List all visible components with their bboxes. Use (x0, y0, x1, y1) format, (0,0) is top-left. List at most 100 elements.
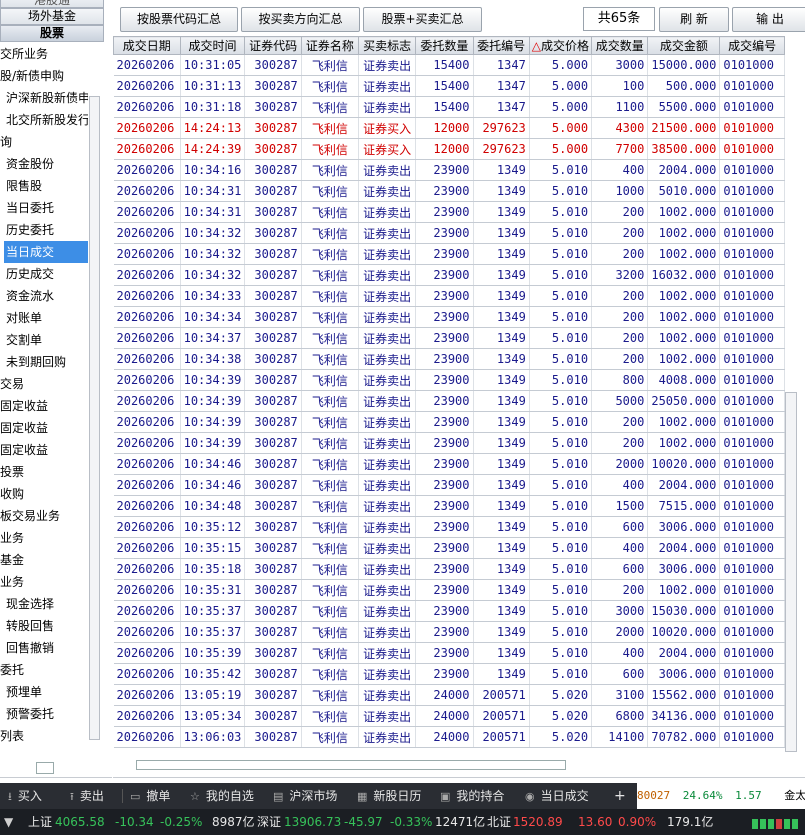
table-row[interactable]: 20260206 10:34:32 300287 飞利信 证券卖出 23900 1349 5.… (113, 243, 785, 265)
table-row[interactable]: 20260206 14:24:39 300287 飞利信 证券买入 12000 297623… (113, 138, 785, 160)
cancel-icon: ▭ (130, 790, 141, 803)
sidebar-item[interactable]: 交割单 (0, 329, 88, 351)
sidebar-item[interactable]: 业务 (0, 571, 88, 593)
sidebar-item[interactable]: 当日成交 (4, 241, 88, 263)
sidebar-item[interactable]: 委托 (0, 659, 88, 681)
holdings-button[interactable]: ▣ 我的持合 (440, 783, 504, 809)
sidebar-item[interactable]: 询 (0, 131, 88, 153)
cancel-order-button[interactable]: ▭ 撤单 (130, 783, 170, 809)
table-row[interactable]: 20260206 10:35:39 300287 飞利信 证券卖出 23900 1349 5.… (113, 642, 785, 664)
sidebar-item[interactable]: 回售撤销 (0, 637, 88, 659)
sidebar-item[interactable]: 当日委托 (0, 197, 88, 219)
sidebar-item[interactable]: 限售股 (0, 175, 88, 197)
sidebar-item[interactable]: 基金 (0, 549, 88, 571)
table-row[interactable]: 20260206 13:05:34 300287 飞利信 证券卖出 24000 200571… (113, 705, 785, 727)
sidebar-item[interactable]: 收购 (0, 483, 88, 505)
sidebar-item[interactable]: 交所业务 (0, 43, 88, 65)
column-header[interactable]: 委托编号 (472, 36, 530, 55)
table-row[interactable]: 20260206 10:35:37 300287 飞利信 证券卖出 23900 1349 5.… (113, 600, 785, 622)
ipo-calendar-button[interactable]: ▦ 新股日历 (357, 783, 421, 809)
sidebar-item[interactable]: 未到期回购 (0, 351, 88, 373)
refresh-button[interactable]: 刷 新 (659, 7, 729, 32)
column-header[interactable]: 证券代码 (244, 36, 302, 55)
column-header[interactable]: 成交日期 (113, 36, 181, 55)
table-row[interactable]: 20260206 10:35:31 300287 飞利信 证券卖出 23900 1349 5.… (113, 579, 785, 601)
today-deals-button[interactable]: ◉ 当日成交 (525, 783, 589, 809)
table-row[interactable]: 20260206 13:06:03 300287 飞利信 证券卖出 24000 200571… (113, 726, 785, 748)
table-row[interactable]: 20260206 10:34:39 300287 飞利信 证券卖出 23900 1349 5.… (113, 411, 785, 433)
column-header[interactable]: 成交编号 (719, 36, 785, 55)
sidebar-item[interactable]: 预警委托 (0, 703, 88, 725)
sidebar-item[interactable]: 对账单 (0, 307, 88, 329)
table-row[interactable]: 20260206 10:31:13 300287 飞利信 证券卖出 15400 1347 5.… (113, 75, 785, 97)
table-row[interactable]: 20260206 10:35:15 300287 飞利信 证券卖出 23900 1349 5.… (113, 537, 785, 559)
column-header[interactable]: 成交时间 (179, 36, 246, 55)
column-header[interactable]: △成交价格 (528, 36, 593, 55)
sell-button[interactable]: ⭱ 卖出 (70, 783, 104, 809)
tab-otc-fund[interactable]: 场外基金 (0, 8, 104, 25)
table-row[interactable]: 20260206 10:34:46 300287 飞利信 证券卖出 23900 1349 5.… (113, 474, 785, 496)
table-row[interactable]: 20260206 10:31:18 300287 飞利信 证券卖出 15400 1347 5.… (113, 96, 785, 118)
market-button[interactable]: ▤ 沪深市场 (273, 783, 337, 809)
sidebar-item[interactable]: 现金选择 (0, 593, 88, 615)
quote-ticker[interactable]: 80027 24.64% 1.57 金太 (637, 783, 805, 809)
watchlist-button[interactable]: ☆ 我的自选 (190, 783, 254, 809)
table-row[interactable]: 20260206 10:34:31 300287 飞利信 证券卖出 23900 1349 5.… (113, 180, 785, 202)
table-row[interactable]: 20260206 10:34:31 300287 飞利信 证券卖出 23900 1349 5.… (113, 201, 785, 223)
export-button[interactable]: 输 出 (732, 7, 805, 32)
sidebar-item[interactable]: 业务 (0, 527, 88, 549)
sidebar-item[interactable]: 历史委托 (0, 219, 88, 241)
tab-stock[interactable]: 股票 (0, 25, 104, 42)
sidebar-item[interactable]: 转股回售 (0, 615, 88, 637)
buy-button[interactable]: ⭳ 买入 (8, 783, 42, 809)
column-header[interactable]: 成交数量 (591, 36, 649, 55)
sidebar-item[interactable]: 预埋单 (0, 681, 88, 703)
sidebar-item[interactable]: 投票 (0, 461, 88, 483)
table-row[interactable]: 20260206 10:34:34 300287 飞利信 证券卖出 23900 1349 5.… (113, 306, 785, 328)
sidebar-item[interactable]: 历史成交 (0, 263, 88, 285)
table-row[interactable]: 20260206 10:34:16 300287 飞利信 证券卖出 23900 1349 5.… (113, 159, 785, 181)
sidebar-item[interactable]: 固定收益 (0, 439, 88, 461)
column-header[interactable]: 委托数量 (415, 36, 474, 55)
table-row[interactable]: 20260206 10:34:39 300287 飞利信 证券卖出 23900 1349 5.… (113, 369, 785, 391)
table-row[interactable]: 20260206 10:35:37 300287 飞利信 证券卖出 23900 1349 5.… (113, 621, 785, 643)
table-row[interactable]: 20260206 10:34:38 300287 飞利信 证券卖出 23900 1349 5.… (113, 348, 785, 370)
summary-by-direction-button[interactable]: 按买卖方向汇总 (241, 7, 360, 32)
column-header[interactable]: 买卖标志 (357, 36, 417, 55)
sidebar-item[interactable]: 股/新债申购 (0, 65, 88, 87)
table-row[interactable]: 20260206 10:35:12 300287 飞利信 证券卖出 23900 1349 5.… (113, 516, 785, 538)
sidebar-item[interactable]: 沪深新股新债申 (0, 87, 88, 109)
table-cell: 200 (591, 327, 649, 349)
table-row[interactable]: 20260206 10:34:46 300287 飞利信 证券卖出 23900 1349 5.… (113, 453, 785, 475)
summary-stock-direction-button[interactable]: 股票+买卖汇总 (363, 7, 482, 32)
sidebar-item[interactable]: 板交易业务 (0, 505, 88, 527)
table-row[interactable]: 20260206 10:34:32 300287 飞利信 证券卖出 23900 1349 5.… (113, 264, 785, 286)
sidebar-item[interactable]: 交易 (0, 373, 88, 395)
sidebar-item[interactable]: 北交所新股发行 (0, 109, 88, 131)
table-row[interactable]: 20260206 10:34:32 300287 飞利信 证券卖出 23900 1349 5.… (113, 222, 785, 244)
summary-by-code-button[interactable]: 按股票代码汇总 (120, 7, 238, 32)
table-row[interactable]: 20260206 10:34:48 300287 飞利信 证券卖出 23900 1349 5.… (113, 495, 785, 517)
table-row[interactable]: 20260206 10:35:42 300287 飞利信 证券卖出 23900 1349 5.… (113, 663, 785, 685)
add-button[interactable]: + (614, 783, 626, 809)
column-header[interactable]: 证券名称 (300, 36, 359, 55)
table-row[interactable]: 20260206 10:34:39 300287 飞利信 证券卖出 23900 1349 5.… (113, 432, 785, 454)
table-horizontal-scrollbar[interactable] (136, 760, 566, 770)
table-row[interactable]: 20260206 13:05:19 300287 飞利信 证券卖出 24000 200571… (113, 684, 785, 706)
table-row[interactable]: 20260206 10:34:37 300287 飞利信 证券卖出 23900 1349 5.… (113, 327, 785, 349)
table-vertical-scrollbar[interactable] (785, 392, 797, 752)
table-row[interactable]: 20260206 14:24:13 300287 飞利信 证券买入 12000 297623… (113, 117, 785, 139)
sidebar-item[interactable]: 固定收益 (0, 395, 88, 417)
sidebar-scrollbar[interactable] (89, 96, 100, 740)
sidebar-item[interactable]: 资金流水 (0, 285, 88, 307)
column-header[interactable]: 成交金额 (647, 36, 721, 55)
tab-hk-connect[interactable]: 港股通 (0, 0, 104, 8)
sidebar-item[interactable]: 资金股份 (0, 153, 88, 175)
table-row[interactable]: 20260206 10:35:18 300287 飞利信 证券卖出 23900 1349 5.… (113, 558, 785, 580)
sidebar-item[interactable]: 固定收益 (0, 417, 88, 439)
sidebar-scroll-thumb[interactable] (36, 762, 54, 774)
table-row[interactable]: 20260206 10:34:39 300287 飞利信 证券卖出 23900 1349 5.… (113, 390, 785, 412)
table-row[interactable]: 20260206 10:31:05 300287 飞利信 证券卖出 15400 1347 5.… (113, 54, 785, 76)
sidebar-item[interactable]: 列表 (0, 725, 88, 747)
table-row[interactable]: 20260206 10:34:33 300287 飞利信 证券卖出 23900 1349 5.… (113, 285, 785, 307)
